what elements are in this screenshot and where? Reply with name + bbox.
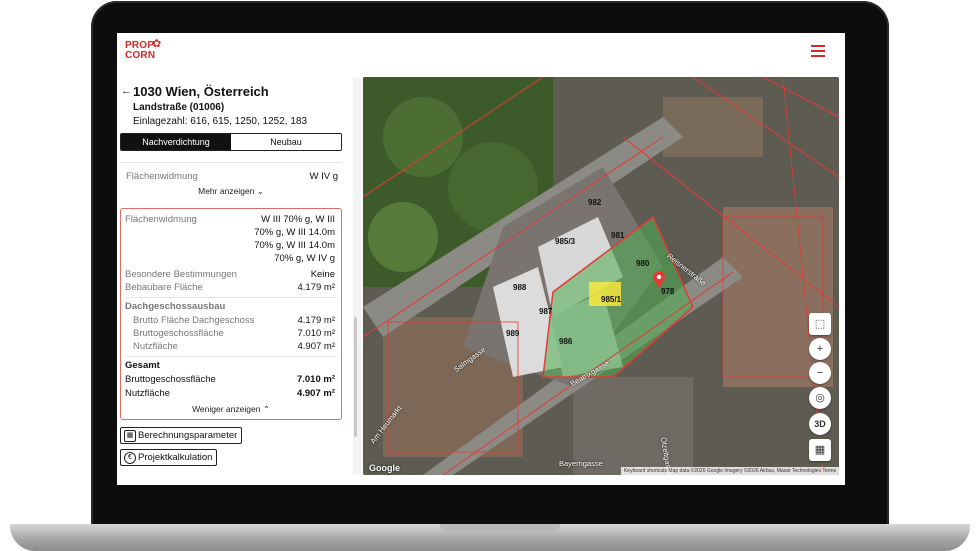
plot-label[interactable]: 978 <box>661 287 674 296</box>
mehr-anzeigen-link[interactable]: Mehr anzeigen ⌄ <box>120 186 342 197</box>
divider <box>125 297 337 298</box>
hamburger-menu-icon[interactable] <box>811 45 825 57</box>
berechnungsparameter-button[interactable]: ▦ Berechnungsparameter <box>120 427 243 444</box>
divider <box>125 356 337 357</box>
weniger-anzeigen-link[interactable]: Weniger anzeigen ⌃ <box>121 404 341 415</box>
tab-neubau[interactable]: Neubau <box>231 134 341 150</box>
plot-label[interactable]: 982 <box>588 198 601 207</box>
detail-flaechenwidmung-line1: W III 70% g, W III <box>261 214 335 225</box>
detail-flaechenwidmung-line4: 70% g, W IV g <box>274 253 335 264</box>
street-label: Bayerngasse <box>559 459 603 468</box>
google-logo: Google <box>369 463 400 473</box>
detail-flaechenwidmung-line3: 70% g, W III 14.0m <box>254 240 335 251</box>
chevron-up-icon: ⌃ <box>262 404 270 414</box>
euro-icon: € <box>124 452 136 464</box>
mehr-anzeigen-label: Mehr anzeigen <box>198 186 255 196</box>
weniger-anzeigen-label: Weniger anzeigen <box>192 404 261 414</box>
layers-icon[interactable]: ▦ <box>809 439 831 461</box>
laptop-base <box>10 524 970 551</box>
dg-bgf-value: 7.010 m² <box>297 328 336 339</box>
mode-tabs: Nachverdichtung Neubau <box>120 133 342 151</box>
detail-flaechenwidmung-line2: 70% g, W III 14.0m <box>254 227 335 238</box>
locate-icon[interactable]: ◎ <box>809 387 831 409</box>
projektkalkulation-button[interactable]: € Projektkalkulation <box>120 449 218 466</box>
map-imagery <box>363 77 839 475</box>
gesamt-bgf-label: Bruttogeschossfläche <box>125 374 216 385</box>
plot-label[interactable]: 980 <box>636 259 649 268</box>
detail-flaechenwidmung-label: Flächenwidmung <box>125 214 197 225</box>
chevron-down-icon: ⌄ <box>256 186 264 196</box>
3d-toggle-button[interactable]: 3D <box>809 413 831 435</box>
laptop-notch <box>440 524 560 532</box>
dg-brutto-value: 4.179 m² <box>297 315 336 326</box>
map-attribution[interactable]: Keyboard shortcuts Map data ©2026 Google… <box>620 467 839 475</box>
tab-nachverdichtung[interactable]: Nachverdichtung <box>121 134 231 150</box>
plot-label[interactable]: 986 <box>559 337 572 346</box>
bebaubare-value: 4.179 m² <box>297 282 336 293</box>
dg-nutzflaeche-label: Nutzfläche <box>133 341 178 352</box>
satellite-map[interactable]: 982 981 985/3 980 978 988 985/1 987 989 … <box>363 77 839 475</box>
info-panel-content: ← 1030 Wien, Österreich Landstraße (0100… <box>117 77 353 475</box>
besondere-value: Keine <box>310 269 335 280</box>
top-bar: PROP CORN ✿ <box>117 33 845 77</box>
info-panel: ← 1030 Wien, Österreich Landstraße (0100… <box>117 77 361 475</box>
detail-card: Flächenwidmung W III 70% g, W III 70% g,… <box>120 208 342 420</box>
back-arrow-icon[interactable]: ← <box>121 85 132 97</box>
dachgeschossausbau-heading: Dachgeschossausbau <box>125 301 226 312</box>
dg-nutzflaeche-value: 4.907 m² <box>297 341 336 352</box>
gesamt-nutzflaeche-value: 4.907 m² <box>296 388 335 399</box>
propcorn-logo[interactable]: PROP CORN ✿ <box>125 38 165 69</box>
address-title: 1030 Wien, Österreich <box>133 84 269 99</box>
logo-line2: CORN <box>125 50 156 61</box>
calculator-icon: ▦ <box>124 430 136 442</box>
summary-flaechenwidmung-value: W IV g <box>309 171 338 182</box>
plot-label[interactable]: 989 <box>506 329 519 338</box>
gesamt-heading: Gesamt <box>125 360 160 371</box>
summary-card: Flächenwidmung W IV g Mehr anzeigen ⌄ <box>120 162 342 199</box>
plot-label[interactable]: 985/3 <box>555 237 575 246</box>
app-screen: PROP CORN ✿ ← 1030 Wien, Österreich Land… <box>117 33 845 485</box>
projektkalkulation-label: Projektkalkulation <box>138 452 213 463</box>
dg-brutto-label: Brutto Fläche Dachgeschoss <box>133 315 255 326</box>
gesamt-bgf-value: 7.010 m² <box>296 374 335 385</box>
berechnungsparameter-label: Berechnungsparameter <box>138 430 238 441</box>
select-area-icon[interactable]: ⬚ <box>809 313 831 335</box>
besondere-label: Besondere Bestimmungen <box>125 269 237 280</box>
corn-icon: ✿ <box>152 38 162 50</box>
bebaubare-label: Bebaubare Fläche <box>125 282 203 293</box>
address-district: Landstraße (01006) <box>133 102 225 113</box>
plot-label[interactable]: 988 <box>513 283 526 292</box>
zoom-in-icon[interactable]: + <box>809 338 831 360</box>
gesamt-nutzflaeche-label: Nutzfläche <box>125 388 170 399</box>
zoom-out-icon[interactable]: − <box>809 362 831 384</box>
dg-bgf-label: Bruttogeschossfläche <box>133 328 224 339</box>
plot-label[interactable]: 985/1 <box>601 295 621 304</box>
plot-label[interactable]: 981 <box>611 231 624 240</box>
panel-scrollbar[interactable] <box>354 317 357 437</box>
summary-flaechenwidmung-label: Flächenwidmung <box>126 171 198 182</box>
plot-label[interactable]: 987 <box>539 307 552 316</box>
address-einlagezahl: Einlagezahl: 616, 615, 1250, 1252, 183 <box>133 116 308 127</box>
